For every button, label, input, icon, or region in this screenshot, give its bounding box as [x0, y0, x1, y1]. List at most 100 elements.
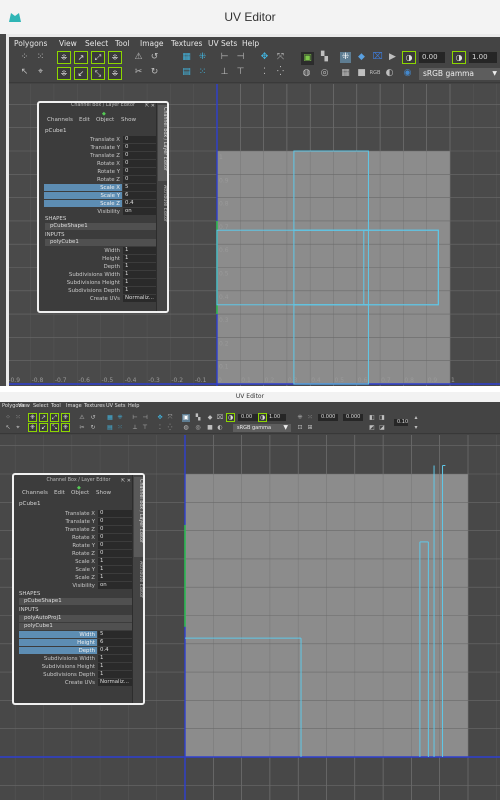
snap-together-icon[interactable]: ⊤ — [141, 424, 149, 432]
attribute-value[interactable]: 1 — [123, 255, 157, 262]
input-attribute-row[interactable]: Subdivisions Width 1 — [19, 655, 133, 663]
colorspace-dropdown[interactable]: sRGB gamma ▼ — [419, 68, 500, 80]
rotate-uv-icon[interactable]: ⤢ — [50, 413, 59, 422]
isolate-icon[interactable]: ⌧ — [216, 414, 224, 422]
attribute-value[interactable]: 1 — [123, 263, 157, 270]
frame-selection-icon[interactable]: ⊞ — [306, 424, 314, 432]
attribute-row[interactable]: Scale X5 — [44, 184, 158, 192]
input-attribute-row[interactable]: Subdivisions Height 1 — [19, 663, 133, 671]
cut-icon[interactable]: ✂ — [78, 424, 86, 432]
attribute-value[interactable]: 0 — [98, 542, 132, 549]
scale-icon[interactable]: ⤧ — [275, 52, 286, 63]
attribute-value[interactable]: 0 — [123, 144, 157, 151]
attribute-value[interactable]: 0 — [123, 176, 157, 183]
align-h-icon[interactable]: ⊢ — [131, 414, 139, 422]
grid-snap-icon[interactable]: ▦ — [181, 52, 192, 63]
input-attribute-row[interactable]: Create UVs Normaliz... — [44, 295, 158, 303]
cb-menu-object[interactable]: Object — [96, 117, 114, 123]
menu-tool[interactable]: Tool — [115, 39, 130, 48]
input-node-poly-cube[interactable]: polyCube1 — [19, 623, 132, 630]
rgb-channel-tag[interactable]: RGB — [367, 68, 383, 79]
cb-menu-channels[interactable]: Channels — [47, 117, 73, 123]
wireframe-icon[interactable]: ◍ — [182, 424, 190, 432]
gamma-field[interactable]: 1.00 — [469, 52, 497, 63]
rotate-cw-icon[interactable]: ↻ — [89, 424, 97, 432]
attribute-row[interactable]: Rotate X0 — [44, 160, 158, 168]
flip-v-icon[interactable]: ↗ — [74, 51, 88, 64]
attribute-value[interactable]: 0 — [123, 168, 157, 175]
cb-menu-show[interactable]: Show — [121, 117, 136, 123]
view-transform-icon[interactable]: ◐ — [384, 68, 395, 79]
menu-textures[interactable]: Textures — [171, 39, 202, 48]
attribute-value[interactable]: 0 — [98, 510, 132, 517]
input-node[interactable]: polyCube1 — [45, 239, 157, 246]
pixel-snap-icon[interactable]: ⁜ — [116, 414, 124, 422]
attribute-value[interactable]: 1 — [123, 247, 157, 254]
attribute-row[interactable]: Scale Y1 — [19, 566, 133, 574]
cut-icon[interactable]: ✂ — [133, 67, 144, 78]
step-up-icon[interactable]: ▴ — [412, 414, 420, 422]
layout-icon[interactable]: ⤡ — [50, 423, 59, 432]
align-v-icon[interactable]: ⊣ — [235, 52, 246, 63]
attribute-value[interactable]: 6 — [123, 192, 157, 199]
flip-icon[interactable]: ⚠ — [133, 52, 144, 63]
attribute-row[interactable]: Rotate X0 — [19, 534, 133, 542]
view-transform-icon[interactable]: ◐ — [216, 424, 224, 432]
input-attribute-row[interactable]: Height 6 — [19, 639, 133, 647]
distribute-icon[interactable]: ⁜ — [61, 423, 70, 432]
attribute-value[interactable]: Normaliz... — [98, 679, 132, 686]
tile-next-icon[interactable]: ◨ — [378, 414, 386, 422]
input-attribute-row[interactable]: Subdivisions Width 1 — [44, 271, 158, 279]
image-display-icon[interactable]: ▣ — [182, 414, 190, 422]
attribute-value[interactable]: on — [123, 208, 157, 215]
attribute-row[interactable]: Translate Y0 — [19, 518, 133, 526]
exposure-icon[interactable]: ◑ — [226, 413, 235, 422]
distortion-icon[interactable]: ◆ — [356, 52, 367, 63]
tab-attribute-editor[interactable]: Attribute Editor — [158, 183, 167, 233]
attribute-row[interactable]: Rotate Z0 — [44, 176, 158, 184]
attribute-value[interactable]: on — [98, 582, 132, 589]
straighten-icon[interactable]: ⁜ — [28, 423, 37, 432]
input-attribute-row[interactable]: Width 1 — [44, 247, 158, 255]
attribute-value[interactable]: 0 — [123, 152, 157, 159]
attribute-value[interactable]: 0 — [98, 550, 132, 557]
select-arrow-icon[interactable]: ↖ — [19, 67, 30, 78]
align-uv-icon[interactable]: ⁜ — [61, 413, 70, 422]
menu-select[interactable]: Select — [85, 39, 108, 48]
unitize-icon[interactable]: ⁛ — [166, 424, 174, 432]
uv-toolkit-icon[interactable]: ⁘ — [19, 52, 30, 63]
attribute-row[interactable]: Scale Y6 — [44, 192, 158, 200]
align-uv-icon[interactable]: ⁜ — [108, 51, 122, 64]
attribute-value[interactable]: 0 — [98, 526, 132, 533]
step-field[interactable]: 0.10 — [394, 419, 408, 426]
cb-menu-edit[interactable]: Edit — [79, 117, 90, 123]
gamma-field[interactable]: 1.00 — [266, 414, 286, 421]
input-attribute-row[interactable]: Width 5 — [19, 631, 133, 639]
menu-help[interactable]: Help — [128, 403, 139, 409]
flip-v-icon[interactable]: ↗ — [39, 413, 48, 422]
color-management-icon[interactable]: ■ — [356, 68, 367, 79]
input-attribute-row[interactable]: Depth 1 — [44, 263, 158, 271]
step-down-icon[interactable]: ▾ — [412, 424, 420, 432]
display-uv-icon[interactable]: ⁜ — [340, 52, 351, 63]
uv-toolkit-icon[interactable]: ⁘ — [4, 414, 12, 422]
attribute-row[interactable]: Visibility on — [44, 208, 158, 216]
attribute-value[interactable]: 0 — [123, 136, 157, 143]
menu-polygons[interactable]: Polygons — [14, 39, 47, 48]
attribute-row[interactable]: Translate Y0 — [44, 144, 158, 152]
checker-icon[interactable]: ▚ — [319, 52, 330, 63]
gamma-icon[interactable]: ◑ — [258, 413, 267, 422]
attribute-value[interactable]: 0 — [98, 518, 132, 525]
attribute-row[interactable]: Translate X0 — [44, 136, 158, 144]
distribute-icon[interactable]: ⁜ — [108, 67, 122, 80]
select-arrow-icon[interactable]: ↖ — [4, 424, 12, 432]
menu-image[interactable]: Image — [140, 39, 164, 48]
rotate-ccw-icon[interactable]: ↺ — [89, 414, 97, 422]
attribute-value[interactable]: 0 — [98, 534, 132, 541]
exposure-icon[interactable]: ◑ — [402, 51, 416, 64]
attribute-value[interactable]: 1 — [123, 271, 157, 278]
menu-view[interactable]: View — [18, 403, 30, 409]
attribute-value[interactable]: 0 — [123, 160, 157, 167]
attribute-value[interactable]: 1 — [98, 566, 132, 573]
panel-float-close-icons[interactable]: ⇱ ✕ — [145, 103, 155, 109]
